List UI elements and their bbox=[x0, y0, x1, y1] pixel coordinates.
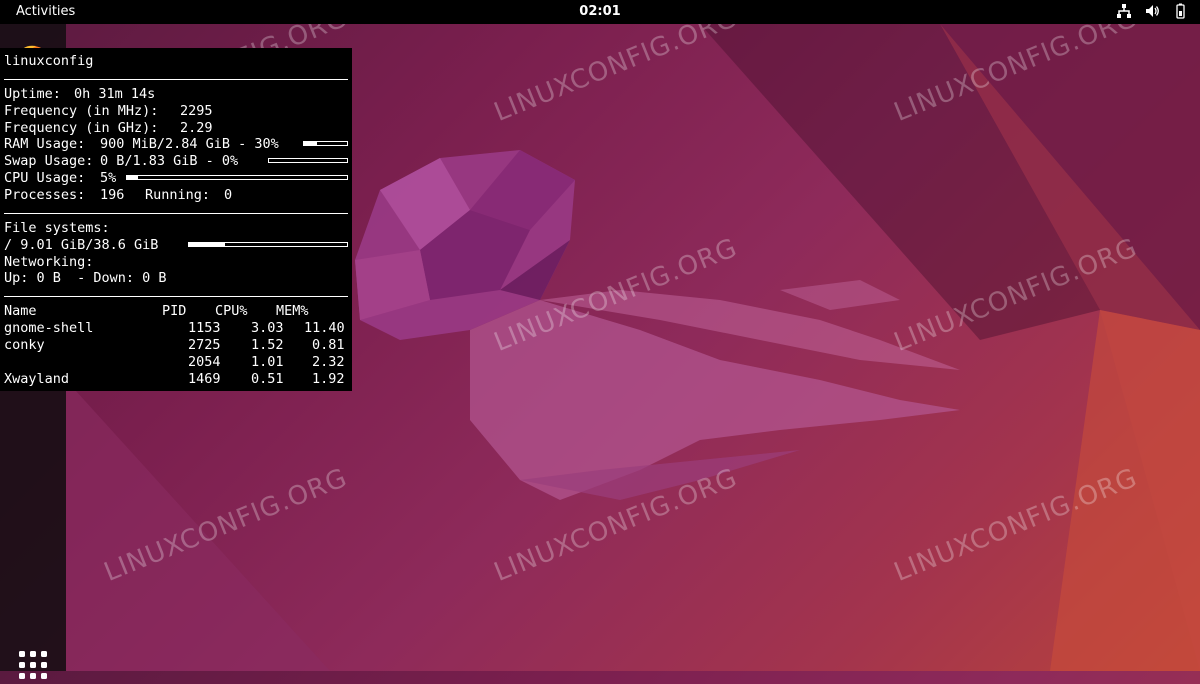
top-bar: Activities 02:01 bbox=[0, 0, 1200, 24]
cpu-bar-fill bbox=[127, 176, 138, 179]
process-name: Xwayland bbox=[4, 371, 70, 387]
fs-bar-fill bbox=[189, 243, 226, 246]
clock[interactable]: 02:01 bbox=[0, 4, 1200, 19]
grid-icon[interactable] bbox=[18, 650, 48, 680]
networking-label: Networking: bbox=[4, 254, 94, 270]
processes-label: Processes: bbox=[4, 187, 86, 203]
uptime-value: 0h 31m 14s bbox=[74, 86, 156, 102]
col-header-pid: PID bbox=[162, 303, 187, 319]
conky-widget: linuxconfig Uptime: 0h 31m 14s Frequency… bbox=[0, 48, 352, 391]
uptime-label: Uptime: bbox=[4, 86, 61, 102]
ram-value: 900 MiB/2.84 GiB - 30% bbox=[100, 136, 279, 152]
system-tray[interactable] bbox=[1116, 3, 1188, 19]
cpu-value: 5% bbox=[100, 170, 117, 186]
process-mem: 2.32 bbox=[312, 354, 345, 370]
process-cpu: 1.52 bbox=[251, 337, 284, 353]
divider bbox=[4, 213, 348, 214]
process-mem: 0.81 bbox=[312, 337, 345, 353]
process-cpu: 3.03 bbox=[251, 320, 284, 336]
ram-bar-fill bbox=[304, 142, 317, 145]
filesystems-label: File systems: bbox=[4, 220, 110, 236]
divider bbox=[4, 79, 348, 80]
freq-mhz-label: Frequency (in MHz): bbox=[4, 103, 159, 119]
col-header-name: Name bbox=[4, 303, 37, 319]
network-icon[interactable] bbox=[1116, 3, 1132, 19]
process-name: gnome-shell bbox=[4, 320, 94, 336]
process-mem: 1.92 bbox=[312, 371, 345, 387]
freq-mhz-value: 2295 bbox=[180, 103, 213, 119]
process-pid: 1469 bbox=[188, 371, 221, 387]
cpu-bar bbox=[126, 175, 348, 180]
fs-bar bbox=[188, 242, 348, 247]
cpu-label: CPU Usage: bbox=[4, 170, 86, 186]
running-label: Running: bbox=[145, 187, 211, 203]
process-pid: 2054 bbox=[188, 354, 221, 370]
divider bbox=[4, 296, 348, 297]
running-value: 0 bbox=[224, 187, 233, 203]
volume-icon[interactable] bbox=[1144, 3, 1160, 19]
process-cpu: 0.51 bbox=[251, 371, 284, 387]
ram-label: RAM Usage: bbox=[4, 136, 86, 152]
freq-ghz-label: Frequency (in GHz): bbox=[4, 120, 159, 136]
freq-ghz-value: 2.29 bbox=[180, 120, 213, 136]
swap-label: Swap Usage: bbox=[4, 153, 94, 169]
process-pid: 2725 bbox=[188, 337, 221, 353]
battery-icon[interactable] bbox=[1172, 3, 1188, 19]
process-cpu: 1.01 bbox=[251, 354, 284, 370]
conky-hostname: linuxconfig bbox=[4, 53, 94, 69]
swap-value: 0 B/1.83 GiB - 0% bbox=[100, 153, 239, 169]
process-name: conky bbox=[4, 337, 45, 353]
col-header-mem: MEM% bbox=[276, 303, 309, 319]
processes-value: 196 bbox=[100, 187, 125, 203]
network-speed: Up: 0 B - Down: 0 B bbox=[4, 270, 167, 286]
ram-bar bbox=[303, 141, 348, 146]
swap-bar bbox=[268, 158, 348, 163]
process-pid: 1153 bbox=[188, 320, 221, 336]
process-mem: 11.40 bbox=[304, 320, 345, 336]
fs-value: / 9.01 GiB/38.6 GiB bbox=[4, 237, 159, 253]
col-header-cpu: CPU% bbox=[215, 303, 248, 319]
